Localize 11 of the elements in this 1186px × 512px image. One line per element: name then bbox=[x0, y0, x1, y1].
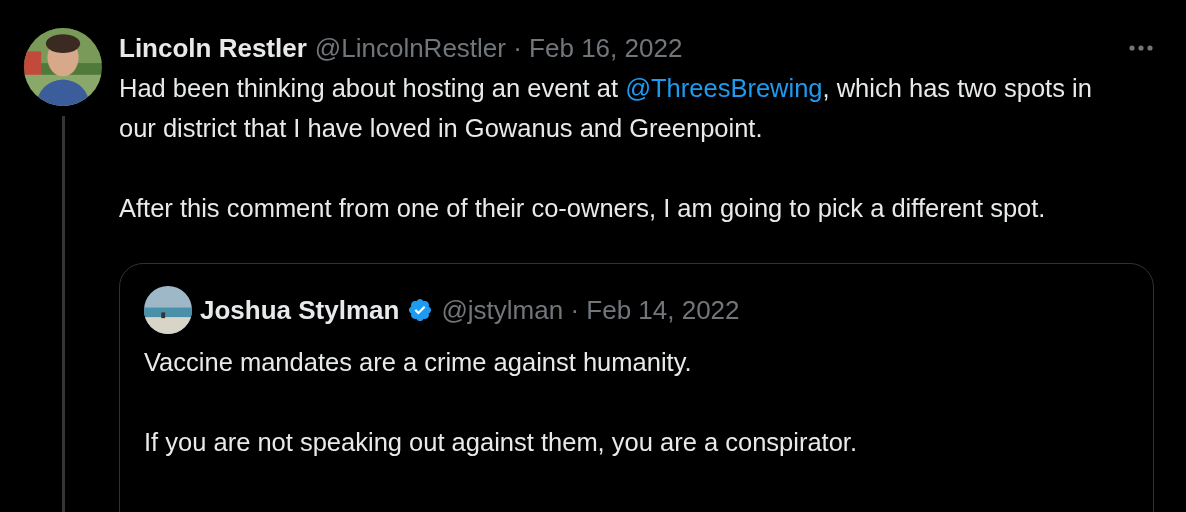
mention-link[interactable]: @ThreesBrewing bbox=[625, 74, 823, 102]
tweet-text: If you are not speaking out against them, you are a conspirator. bbox=[144, 427, 859, 458]
author-name[interactable]: Joshua Stylman bbox=[200, 290, 400, 330]
handle-and-date: @jstylman · Feb 14, 2022 bbox=[441, 294, 740, 327]
more-icon[interactable] bbox=[1128, 44, 1154, 52]
author-name[interactable]: Lincoln Restler bbox=[119, 28, 307, 68]
quoted-tweet-card[interactable]: Joshua Stylman @jstylman · Feb 14, 2022 Vaccine mandates are a crime against humanity. If you are not speaking out against them, you are a conspirator. bbox=[119, 263, 1154, 512]
tweet-text: After this comment from one of their co-owners, I am going to pick a different spot. bbox=[119, 193, 1047, 224]
tweet-text: Vaccine mandates are a crime against humanity. bbox=[144, 347, 693, 378]
tweet-text: Had been thinking about hosting an event at @ThreesBrewing, which has two spots in our district that I have loved in Gowanus and Greenpoint. bbox=[119, 73, 1093, 144]
handle-and-date: @LincolnRestler · Feb 16, 2022 bbox=[314, 32, 683, 65]
